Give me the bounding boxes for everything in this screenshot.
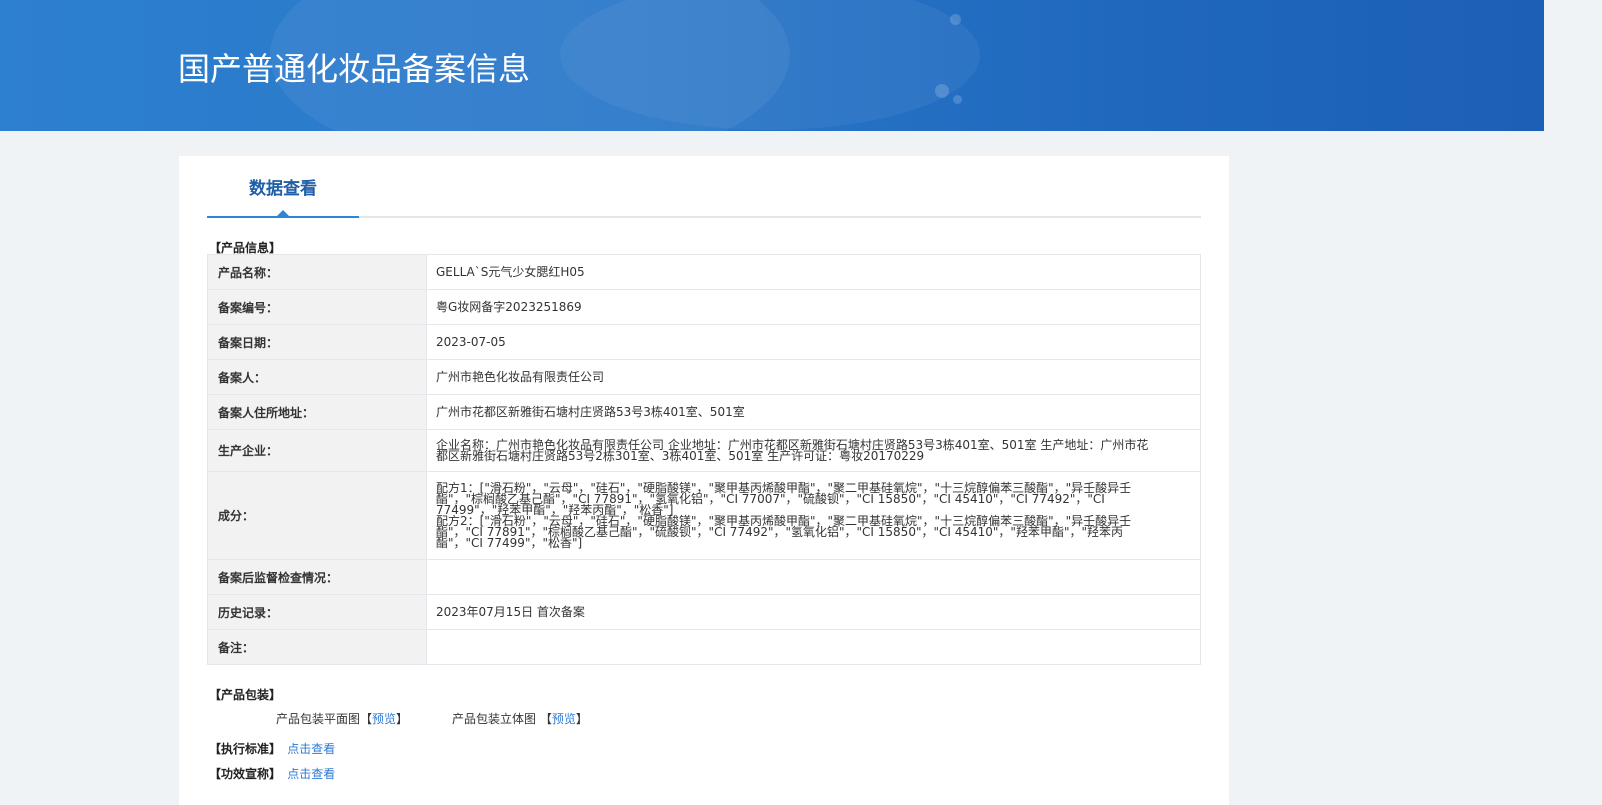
table-row: 备案日期： 2023-07-05 [207,324,1201,360]
tab-data-view[interactable]: 数据查看 [207,156,359,218]
table-row: 历史记录： 2023年07月15日 首次备案 [207,594,1201,630]
row-value: 粤G妆网备字2023251869 [426,289,1201,325]
tab-bar: 数据查看 [207,156,1201,218]
header-banner: 国产普通化妆品备案信息 [0,0,1544,131]
product-info-table: 产品名称： GELLA`S元气少女腮红H05 备案编号： 粤G妆网备字20232… [207,254,1201,665]
preview-solid-link[interactable]: 预览 [552,712,576,726]
package-solid-label: 产品包装立体图 [452,712,537,726]
row-key: 成分： [207,471,427,560]
table-row: 备注： [207,629,1201,665]
bracket-close: 】 [396,712,409,726]
table-row: 生产企业： 企业名称：广州市艳色化妆品有限责任公司 企业地址：广州市花都区新雅街… [207,429,1201,472]
row-value [426,559,1201,595]
table-row: 成分： 配方1：["滑石粉"，"云母"，"硅石"，"硬脂酸镁"，"聚甲基丙烯酸甲… [207,471,1201,560]
efficacy-label: 【功效宣称】 [209,767,282,781]
row-value [426,629,1201,665]
bracket-close: 】 [575,712,588,726]
preview-flat-link[interactable]: 预览 [372,712,396,726]
bracket-open: 【 [360,712,373,726]
row-key: 生产企业： [207,429,427,472]
tab-active-caret [277,210,289,216]
row-key: 备案日期： [207,324,427,360]
row-value-ingredients: 配方1：["滑石粉"，"云母"，"硅石"，"硬脂酸镁"，"聚甲基丙烯酸甲酯"，"… [426,471,1201,560]
bracket-open: 【 [539,712,552,726]
row-key: 备案编号： [207,289,427,325]
row-key: 历史记录： [207,594,427,630]
table-row: 备案编号： 粤G妆网备字2023251869 [207,289,1201,325]
banner-dot [950,14,961,25]
section-standard: 【执行标准】 点击查看 [209,740,335,757]
row-key: 备案后监督检查情况： [207,559,427,595]
banner-dot [953,95,962,104]
row-value: 广州市花都区新雅街石塘村庄贤路53号3栋401室、501室 [426,394,1201,430]
row-key: 备案人： [207,359,427,395]
page-title: 国产普通化妆品备案信息 [178,50,531,88]
row-key: 产品名称： [207,254,427,290]
standard-view-link[interactable]: 点击查看 [287,742,335,756]
section-packaging: 【产品包装】 [209,688,282,702]
table-row: 备案人住所地址： 广州市花都区新雅街石塘村庄贤路53号3栋401室、501室 [207,394,1201,430]
table-row: 备案人： 广州市艳色化妆品有限责任公司 [207,359,1201,395]
content-panel: 数据查看 【产品信息】 产品名称： GELLA`S元气少女腮红H05 备案编号：… [179,156,1229,805]
formula-1: 配方1：["滑石粉"，"云母"，"硅石"，"硬脂酸镁"，"聚甲基丙烯酸甲酯"，"… [436,480,1132,517]
banner-dot [935,84,949,98]
row-value: GELLA`S元气少女腮红H05 [426,254,1201,290]
table-row: 备案后监督检查情况： [207,559,1201,595]
row-value: 2023-07-05 [426,324,1201,360]
table-row: 产品名称： GELLA`S元气少女腮红H05 [207,254,1201,290]
section-efficacy: 【功效宣称】 点击查看 [209,765,335,782]
efficacy-view-link[interactable]: 点击查看 [287,767,335,781]
package-flat-label: 产品包装平面图 [276,712,361,726]
formula-2: 配方2：["滑石粉"，"云母"，"硅石"，"硬脂酸镁"，"聚甲基丙烯酸甲酯"，"… [436,513,1132,550]
package-solid-row: 产品包装立体图 【预览】 [452,710,588,727]
row-key: 备案人住所地址： [207,394,427,430]
row-value: 2023年07月15日 首次备案 [426,594,1201,630]
row-value: 广州市艳色化妆品有限责任公司 [426,359,1201,395]
package-flat-row: 产品包装平面图【预览】 [276,710,408,727]
tab-label: 数据查看 [249,179,317,199]
standard-label: 【执行标准】 [209,742,282,756]
row-value: 企业名称：广州市艳色化妆品有限责任公司 企业地址：广州市花都区新雅街石塘村庄贤路… [426,429,1201,472]
row-key: 备注： [207,629,427,665]
